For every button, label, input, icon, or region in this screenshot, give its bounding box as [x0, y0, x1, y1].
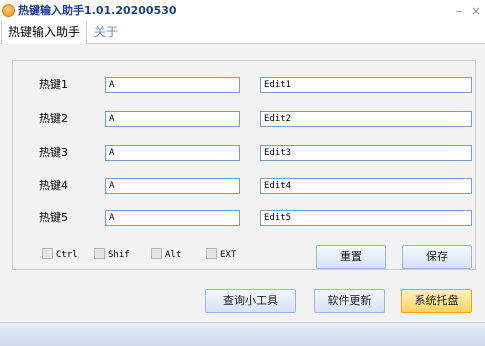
hotkey-key-input-5[interactable] — [105, 210, 240, 226]
checkbox-icon — [94, 248, 105, 259]
hotkey-text-input-1[interactable] — [260, 77, 472, 93]
software-update-button[interactable]: 软件更新 — [314, 289, 385, 313]
shift-checkbox[interactable]: Shif — [94, 248, 130, 262]
ext-checkbox[interactable]: EXT — [206, 248, 236, 262]
app-logo-icon — [2, 4, 15, 17]
tab-hotkey-helper[interactable]: 热键输入助手 — [1, 22, 88, 44]
window-title: 热键输入助手1.01.20200530 — [18, 4, 177, 17]
hotkey-label-5: 热键5 — [39, 211, 68, 224]
ctrl-checkbox-label: Ctrl — [56, 250, 78, 260]
hotkey-label-1: 热键1 — [39, 78, 68, 91]
checkbox-icon — [206, 248, 217, 259]
tab-bar: 热键输入助手 关于 — [0, 22, 485, 44]
checkbox-icon — [151, 248, 162, 259]
reset-button[interactable]: 重置 — [316, 245, 386, 269]
system-tray-button[interactable]: 系统托盘 — [401, 289, 472, 313]
alt-checkbox-label: Alt — [165, 250, 182, 260]
alt-checkbox[interactable]: Alt — [151, 248, 181, 262]
ext-checkbox-label: EXT — [220, 250, 237, 260]
save-button[interactable]: 保存 — [402, 245, 472, 269]
hotkey-key-input-4[interactable] — [105, 178, 240, 194]
hotkey-key-input-2[interactable] — [105, 111, 240, 127]
hotkey-label-4: 热键4 — [39, 179, 68, 192]
hotkey-text-input-5[interactable] — [260, 210, 472, 226]
checkbox-icon — [42, 248, 53, 259]
hotkey-label-3: 热键3 — [39, 146, 68, 159]
minimize-button[interactable]: – — [452, 3, 466, 19]
tab-about[interactable]: 关于 — [88, 22, 124, 43]
close-button[interactable]: × — [469, 3, 483, 19]
status-bar — [0, 322, 485, 346]
title-bar: 热键输入助手1.01.20200530 – × — [0, 0, 485, 22]
hotkey-text-input-2[interactable] — [260, 111, 472, 127]
hotkey-key-input-1[interactable] — [105, 77, 240, 93]
query-tool-button[interactable]: 查询小工具 — [205, 289, 296, 313]
hotkey-key-input-3[interactable] — [105, 145, 240, 161]
hotkey-panel: 热键1 热键2 热键3 热键4 热键5 Ctrl Shif Alt EXT 重置… — [12, 60, 476, 270]
hotkey-text-input-4[interactable] — [260, 178, 472, 194]
ctrl-checkbox[interactable]: Ctrl — [42, 248, 78, 262]
hotkey-text-input-3[interactable] — [260, 145, 472, 161]
hotkey-label-2: 热键2 — [39, 112, 68, 125]
shift-checkbox-label: Shif — [108, 250, 130, 260]
